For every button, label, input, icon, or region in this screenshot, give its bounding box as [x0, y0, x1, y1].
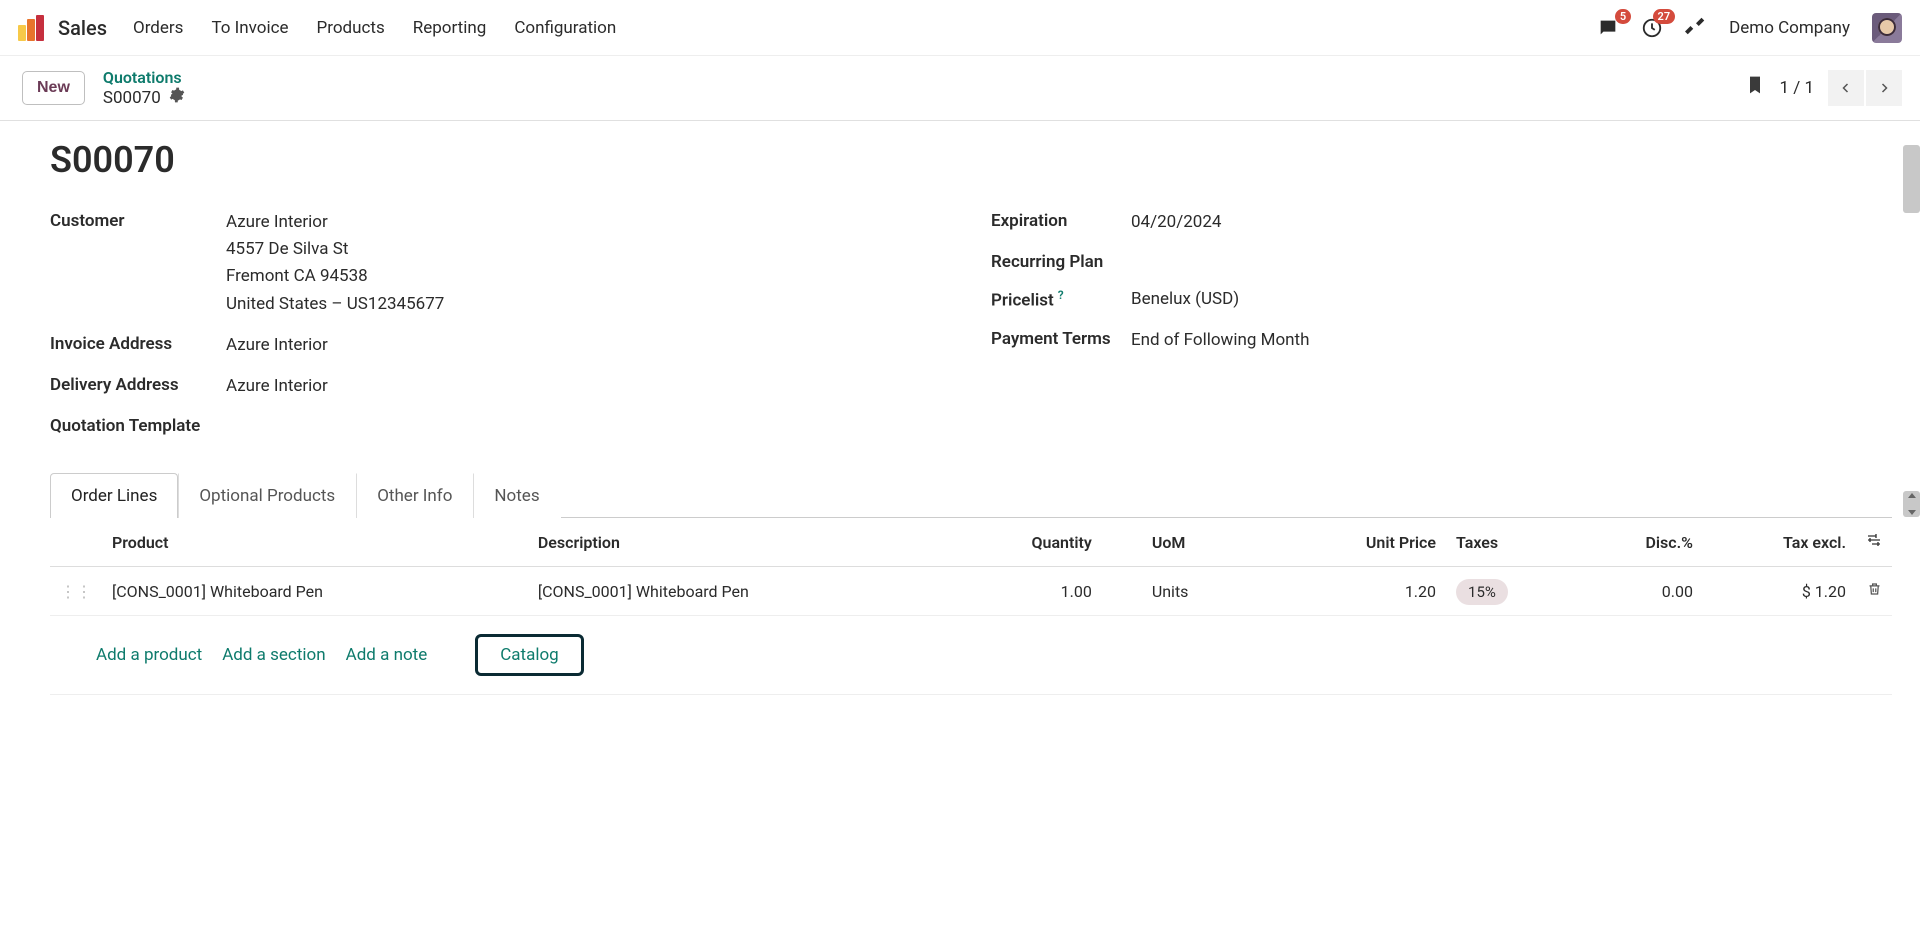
- action-bar: New Quotations S00070 1 / 1: [0, 56, 1920, 120]
- expiration-label: Expiration: [991, 209, 1131, 231]
- pager-text[interactable]: 1 / 1: [1779, 78, 1814, 98]
- tab-bar: Order Lines Optional Products Other Info…: [50, 472, 1892, 518]
- optional-columns-button[interactable]: [1866, 533, 1882, 552]
- pricelist-label: Pricelist?: [991, 286, 1131, 311]
- menu-configuration[interactable]: Configuration: [514, 18, 616, 38]
- delete-row-button[interactable]: [1867, 582, 1882, 601]
- payment-terms-label: Payment Terms: [991, 327, 1131, 349]
- app-title[interactable]: Sales: [58, 16, 107, 40]
- order-lines-table: Product Description Quantity UoM Unit Pr…: [50, 518, 1892, 616]
- col-description[interactable]: Description: [528, 518, 954, 567]
- col-uom[interactable]: UoM: [1102, 518, 1280, 567]
- gear-icon: [169, 87, 185, 103]
- pager-prev-button[interactable]: [1828, 70, 1864, 106]
- menu-to-invoice[interactable]: To Invoice: [211, 18, 288, 38]
- tab-notes[interactable]: Notes: [473, 473, 560, 518]
- debug-button[interactable]: [1685, 15, 1707, 41]
- pricelist-help-icon[interactable]: ?: [1058, 288, 1064, 302]
- col-product[interactable]: Product: [102, 518, 528, 567]
- tax-chip[interactable]: 15%: [1456, 579, 1508, 605]
- invoice-address-value[interactable]: Azure Interior: [226, 332, 328, 359]
- cell-quantity[interactable]: 1.00: [954, 567, 1102, 616]
- add-row-actions: Add a product Add a section Add a note C…: [50, 616, 1892, 695]
- breadcrumb: Quotations S00070: [103, 68, 185, 108]
- customer-label: Customer: [50, 209, 226, 231]
- add-note-link[interactable]: Add a note: [346, 645, 428, 665]
- customer-street: 4557 De Silva St: [226, 236, 444, 263]
- top-nav: Sales Orders To Invoice Products Reporti…: [0, 0, 1920, 56]
- tab-order-lines[interactable]: Order Lines: [50, 473, 178, 518]
- menu-orders[interactable]: Orders: [133, 18, 183, 38]
- menu-reporting[interactable]: Reporting: [413, 18, 487, 38]
- form-view: S00070 Customer Azure Interior 4557 De S…: [0, 121, 1920, 695]
- chevron-right-icon: [1878, 81, 1890, 95]
- activities-badge: 27: [1653, 9, 1676, 24]
- table-row[interactable]: ⋮⋮ [CONS_0001] Whiteboard Pen [CONS_0001…: [50, 567, 1892, 616]
- menu-products[interactable]: Products: [317, 18, 385, 38]
- sliders-icon: [1866, 532, 1882, 548]
- user-avatar[interactable]: [1872, 13, 1902, 43]
- add-section-link[interactable]: Add a section: [222, 645, 325, 665]
- invoice-address-label: Invoice Address: [50, 332, 226, 354]
- activities-button[interactable]: 27: [1641, 17, 1663, 39]
- chevron-left-icon: [1840, 81, 1852, 95]
- delivery-address-value[interactable]: Azure Interior: [226, 373, 328, 400]
- bookmark-icon[interactable]: [1745, 73, 1765, 103]
- main-menu: Orders To Invoice Products Reporting Con…: [133, 18, 616, 38]
- col-taxes[interactable]: Taxes: [1446, 518, 1578, 567]
- cell-taxes[interactable]: 15%: [1446, 567, 1578, 616]
- document-title: S00070: [50, 139, 1892, 181]
- drag-handle-icon[interactable]: ⋮⋮: [50, 567, 102, 616]
- app-logo-icon[interactable]: [18, 15, 44, 41]
- expiration-value[interactable]: 04/20/2024: [1131, 209, 1221, 236]
- tab-other-info[interactable]: Other Info: [356, 473, 473, 518]
- cell-disc[interactable]: 0.00: [1579, 567, 1703, 616]
- trash-icon: [1867, 581, 1882, 597]
- col-quantity[interactable]: Quantity: [954, 518, 1102, 567]
- pager-next-button[interactable]: [1866, 70, 1902, 106]
- new-button[interactable]: New: [22, 71, 85, 105]
- col-tax-excl[interactable]: Tax excl.: [1703, 518, 1856, 567]
- tab-optional-products[interactable]: Optional Products: [178, 473, 356, 518]
- catalog-button[interactable]: Catalog: [475, 634, 584, 676]
- cell-tax-excl: $ 1.20: [1703, 567, 1856, 616]
- breadcrumb-current: S00070: [103, 88, 161, 108]
- customer-name: Azure Interior: [226, 209, 444, 236]
- quotation-template-label: Quotation Template: [50, 414, 226, 436]
- customer-city: Fremont CA 94538: [226, 263, 444, 290]
- messages-badge: 5: [1615, 9, 1631, 24]
- add-product-link[interactable]: Add a product: [96, 645, 202, 665]
- company-switcher[interactable]: Demo Company: [1729, 18, 1850, 38]
- customer-value[interactable]: Azure Interior 4557 De Silva St Fremont …: [226, 209, 444, 318]
- cell-product[interactable]: [CONS_0001] Whiteboard Pen: [102, 567, 528, 616]
- col-unit-price[interactable]: Unit Price: [1280, 518, 1446, 567]
- tools-icon: [1685, 15, 1707, 37]
- pricelist-value[interactable]: Benelux (USD): [1131, 286, 1239, 313]
- record-actions-button[interactable]: [169, 87, 185, 108]
- cell-unit-price[interactable]: 1.20: [1280, 567, 1446, 616]
- customer-country: United States – US12345677: [226, 291, 444, 318]
- recurring-plan-label: Recurring Plan: [991, 250, 1131, 272]
- cell-uom[interactable]: Units: [1102, 567, 1280, 616]
- delivery-address-label: Delivery Address: [50, 373, 226, 395]
- payment-terms-value[interactable]: End of Following Month: [1131, 327, 1309, 354]
- col-disc[interactable]: Disc.%: [1579, 518, 1703, 567]
- breadcrumb-parent[interactable]: Quotations: [103, 68, 185, 87]
- cell-description[interactable]: [CONS_0001] Whiteboard Pen: [528, 567, 954, 616]
- messages-button[interactable]: 5: [1597, 17, 1619, 39]
